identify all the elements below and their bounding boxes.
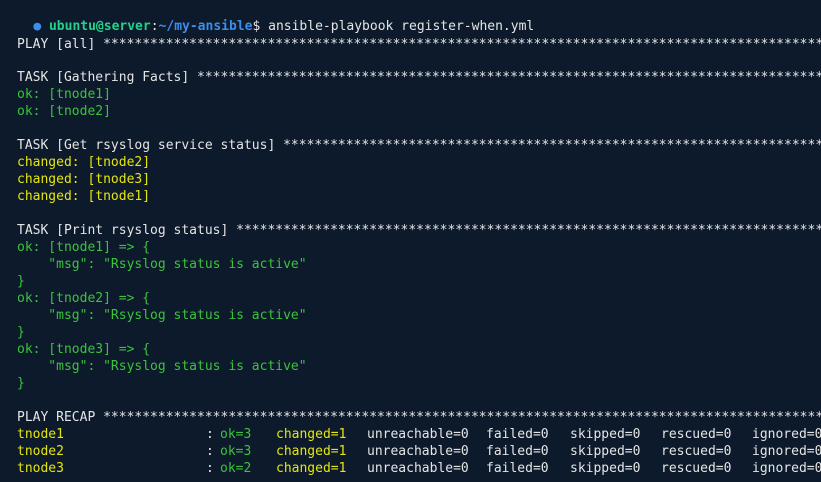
- recap-changed: changed=1: [276, 461, 347, 476]
- recap-skipped: skipped=0: [570, 444, 641, 459]
- debug-block-open: ok: [tnode2] => {: [17, 291, 151, 306]
- recap-failed: failed=0: [486, 427, 549, 442]
- debug-block-close: }: [17, 274, 25, 289]
- task-result-line: changed: [tnode1]: [17, 189, 151, 204]
- recap-unreachable: unreachable=0: [367, 427, 469, 442]
- recap-rescued: rescued=0: [661, 444, 732, 459]
- recap-failed: failed=0: [486, 461, 549, 476]
- recap-changed: changed=1: [276, 444, 347, 459]
- task-result-line: changed: [tnode2]: [17, 155, 151, 170]
- task-header-get-rsyslog: TASK [Get rsyslog service status] ******…: [17, 138, 821, 153]
- recap-separator: :: [206, 461, 214, 476]
- play-recap-header: PLAY RECAP *****************************…: [17, 410, 821, 425]
- prompt-status-dot-icon: ●: [33, 19, 42, 34]
- command-prompt-line: ● ubuntu@server:~/my-ansible$ ansible-pl…: [2, 1, 534, 34]
- recap-host: tnode3: [17, 461, 64, 476]
- debug-block-open: ok: [tnode3] => {: [17, 342, 151, 357]
- terminal-window[interactable]: ● ubuntu@server:~/my-ansible$ ansible-pl…: [0, 0, 821, 482]
- recap-separator: :: [206, 427, 214, 442]
- recap-ignored: ignored=0: [752, 444, 821, 459]
- recap-ok: ok=2: [220, 461, 252, 476]
- command-text: ansible-playbook register-when.yml: [260, 19, 535, 34]
- play-header: PLAY [all] *****************************…: [17, 37, 821, 52]
- recap-unreachable: unreachable=0: [367, 461, 469, 476]
- task-header-print-rsyslog: TASK [Print rsyslog status] ************…: [17, 223, 821, 238]
- recap-unreachable: unreachable=0: [367, 444, 469, 459]
- debug-block-close: }: [17, 325, 25, 340]
- debug-block-msg: "msg": "Rsyslog status is active": [17, 257, 307, 272]
- recap-ok: ok=3: [220, 427, 252, 442]
- recap-changed: changed=1: [276, 427, 347, 442]
- recap-host: tnode1: [17, 427, 64, 442]
- debug-block-msg: "msg": "Rsyslog status is active": [17, 359, 307, 374]
- prompt-user-host: ubuntu@server: [48, 19, 151, 34]
- task-result-line: changed: [tnode3]: [17, 172, 151, 187]
- recap-rescued: rescued=0: [661, 461, 732, 476]
- recap-ignored: ignored=0: [752, 427, 821, 442]
- debug-block-msg: "msg": "Rsyslog status is active": [17, 308, 307, 323]
- recap-skipped: skipped=0: [570, 461, 641, 476]
- prompt-path: ~/my-ansible: [158, 19, 253, 34]
- recap-failed: failed=0: [486, 444, 549, 459]
- task-result-line: ok: [tnode1]: [17, 87, 111, 102]
- recap-rescued: rescued=0: [661, 427, 732, 442]
- recap-ignored: ignored=0: [752, 461, 821, 476]
- task-header-gathering-facts: TASK [Gathering Facts] *****************…: [17, 70, 821, 85]
- recap-separator: :: [206, 444, 214, 459]
- recap-host: tnode2: [17, 444, 64, 459]
- prompt-colon: :: [150, 19, 159, 34]
- recap-skipped: skipped=0: [570, 427, 641, 442]
- debug-block-open: ok: [tnode1] => {: [17, 240, 151, 255]
- recap-ok: ok=3: [220, 444, 252, 459]
- debug-block-close: }: [17, 376, 25, 391]
- task-result-line: ok: [tnode2]: [17, 104, 111, 119]
